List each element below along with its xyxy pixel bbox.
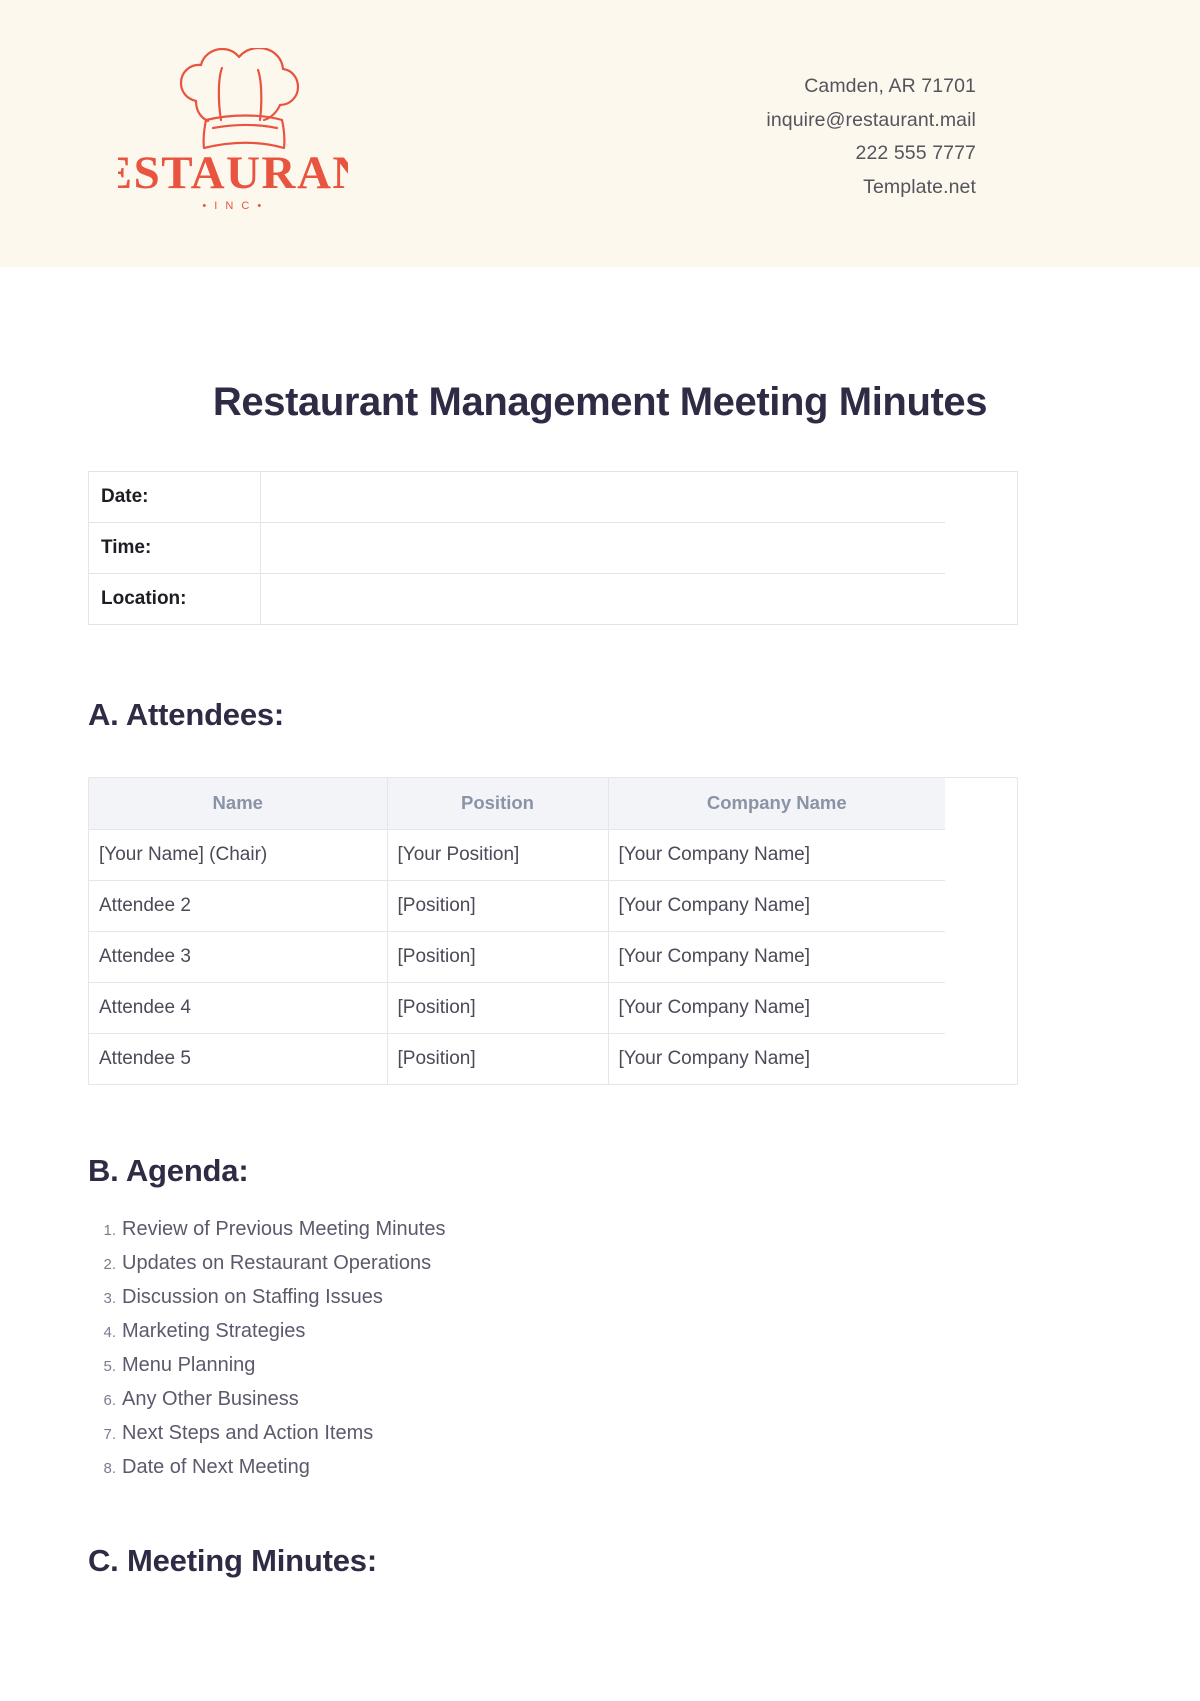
attendee-position[interactable]: [Position] <box>387 982 609 1034</box>
agenda-item-label: Date of Next Meeting <box>122 1456 310 1478</box>
attendee-company[interactable]: [Your Company Name] <box>608 880 945 932</box>
list-item: 7. Next Steps and Action Items <box>88 1417 1112 1451</box>
table-row: Attendee 4 [Position] [Your Company Name… <box>89 982 945 1034</box>
table-row: Date: <box>88 471 1018 523</box>
chef-hat-icon: RESTAURANT • I N C • <box>118 48 348 212</box>
attendee-name[interactable]: Attendee 3 <box>89 931 388 983</box>
document-body: Restaurant Management Meeting Minutes Da… <box>0 267 1200 1579</box>
contact-address: Camden, AR 71701 <box>804 75 976 97</box>
attendee-position[interactable]: [Position] <box>387 880 609 932</box>
agenda-item-label: Any Other Business <box>122 1388 299 1410</box>
page-title: Restaurant Management Meeting Minutes <box>212 380 988 424</box>
table-row: Location: <box>88 573 1018 625</box>
agenda-item-label: Menu Planning <box>122 1354 256 1376</box>
agenda-item-number: 7. <box>103 1426 116 1443</box>
agenda-item-number: 5. <box>103 1358 116 1375</box>
attendee-position[interactable]: [Position] <box>387 1033 609 1084</box>
meta-label-date: Date: <box>88 471 261 523</box>
contact-website: Template.net <box>863 175 976 198</box>
section-heading-meeting-minutes: C. Meeting Minutes: <box>88 1543 377 1578</box>
table-row: [Your Name] (Chair) [Your Position] [You… <box>89 829 945 881</box>
attendee-company[interactable]: [Your Company Name] <box>608 931 945 983</box>
agenda-item-label: Review of Previous Meeting Minutes <box>122 1218 446 1240</box>
meta-value-time[interactable] <box>260 523 1018 574</box>
table-row: Time: <box>88 522 1018 574</box>
agenda-item-label: Updates on Restaurant Operations <box>122 1252 432 1274</box>
column-header-name: Name <box>89 778 388 830</box>
agenda-list: 1. Review of Previous Meeting Minutes 2.… <box>88 1213 1112 1485</box>
section-heading-agenda: B. Agenda: <box>88 1153 249 1188</box>
agenda-item-number: 2. <box>103 1256 116 1273</box>
page-header: RESTAURANT • I N C • Camden, AR 71701 in… <box>0 0 1200 267</box>
agenda-item-label: Marketing Strategies <box>122 1320 306 1342</box>
meta-label-location: Location: <box>88 573 261 625</box>
table-header-row: Name Position Company Name <box>89 778 945 830</box>
list-item: 4. Marketing Strategies <box>88 1315 1112 1349</box>
section-heading-attendees: A. Attendees: <box>88 697 285 732</box>
agenda-item-label: Next Steps and Action Items <box>122 1422 374 1444</box>
attendee-position[interactable]: [Your Position] <box>387 829 609 881</box>
attendee-name[interactable]: Attendee 5 <box>89 1033 388 1084</box>
list-item: 2. Updates on Restaurant Operations <box>88 1247 1112 1281</box>
attendees-table-container: Name Position Company Name [Your Name] (… <box>88 777 1018 1085</box>
agenda-item-number: 4. <box>103 1324 116 1341</box>
column-header-position: Position <box>387 778 609 830</box>
meta-value-location[interactable] <box>261 574 1018 625</box>
logo-brand-suffix: • I N C • <box>202 200 263 212</box>
contact-phone: 222 555 7777 <box>855 142 976 165</box>
meeting-details-table: Date: Time: Location: <box>88 471 1018 625</box>
attendee-company[interactable]: [Your Company Name] <box>608 1033 945 1084</box>
table-row: Attendee 3 [Position] [Your Company Name… <box>89 931 945 983</box>
agenda-item-number: 8. <box>103 1460 116 1477</box>
list-item: 3. Discussion on Staffing Issues <box>88 1281 1112 1315</box>
attendee-company[interactable]: [Your Company Name] <box>608 982 945 1034</box>
company-logo: RESTAURANT • I N C • <box>118 48 348 218</box>
list-item: 1. Review of Previous Meeting Minutes <box>88 1213 1112 1247</box>
attendee-name[interactable]: [Your Name] (Chair) <box>89 829 388 881</box>
list-item: 8. Date of Next Meeting <box>88 1451 1112 1485</box>
list-item: 5. Menu Planning <box>88 1349 1112 1383</box>
agenda-item-number: 6. <box>103 1392 116 1409</box>
attendee-name[interactable]: Attendee 4 <box>89 982 388 1034</box>
contact-email: inquire@restaurant.mail <box>766 108 976 131</box>
attendee-name[interactable]: Attendee 2 <box>89 880 388 932</box>
logo-brand-name: RESTAURANT <box>118 147 348 199</box>
meta-label-time: Time: <box>88 522 261 574</box>
attendees-table: Name Position Company Name [Your Name] (… <box>89 778 945 1084</box>
meta-value-date[interactable] <box>260 472 1018 523</box>
table-row: Attendee 5 [Position] [Your Company Name… <box>89 1033 945 1084</box>
agenda-item-number: 3. <box>103 1290 116 1307</box>
list-item: 6. Any Other Business <box>88 1383 1112 1417</box>
attendee-company[interactable]: [Your Company Name] <box>608 829 945 881</box>
agenda-item-number: 1. <box>103 1222 116 1239</box>
column-header-company-name: Company Name <box>608 778 945 830</box>
table-row: Attendee 2 [Position] [Your Company Name… <box>89 880 945 932</box>
contact-info: Camden, AR 71701 inquire@restaurant.mail… <box>766 70 976 204</box>
attendee-position[interactable]: [Position] <box>387 931 609 983</box>
agenda-item-label: Discussion on Staffing Issues <box>122 1286 383 1308</box>
